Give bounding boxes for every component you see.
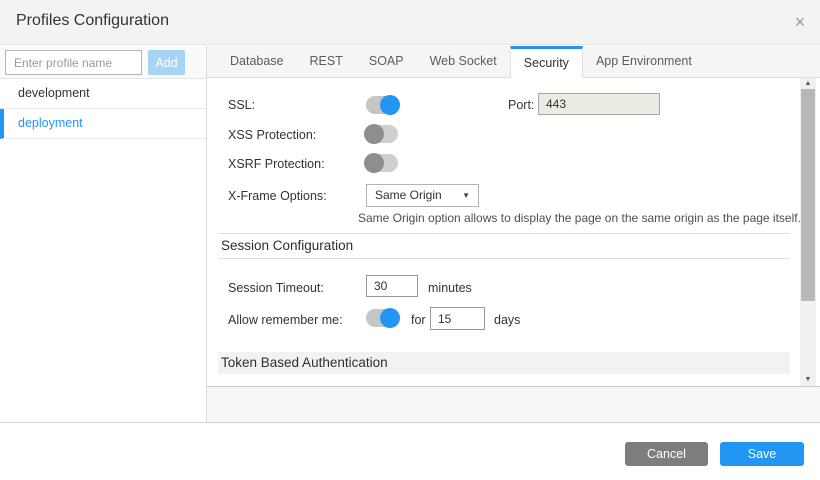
- port-label: Port:: [508, 98, 534, 112]
- profiles-sidebar: Add development deployment: [0, 46, 207, 422]
- session-timeout-input[interactable]: [366, 275, 418, 297]
- remember-for-text: for: [411, 313, 426, 327]
- scrollbar-thumb[interactable]: [801, 89, 815, 301]
- dialog-footer: Cancel Save: [0, 423, 820, 480]
- tab-security[interactable]: Security: [510, 46, 583, 78]
- settings-tabbar: Database REST SOAP Web Socket Security A…: [207, 46, 820, 78]
- xss-protection-toggle[interactable]: [366, 125, 398, 143]
- ssl-label: SSL:: [228, 98, 255, 112]
- ssl-toggle[interactable]: [366, 96, 398, 114]
- panel-footer-strip: [207, 386, 820, 422]
- profile-add-row: Add: [0, 46, 206, 79]
- xsrf-protection-toggle[interactable]: [366, 154, 398, 172]
- remember-toggle-knob: [380, 308, 400, 328]
- ssl-toggle-knob: [380, 95, 400, 115]
- save-button[interactable]: Save: [720, 442, 804, 466]
- dialog-titlebar: Profiles Configuration ×: [0, 0, 820, 45]
- profile-item-development[interactable]: development: [0, 79, 206, 109]
- tab-app-environment[interactable]: App Environment: [583, 46, 705, 77]
- port-input: [538, 93, 660, 115]
- add-profile-button[interactable]: Add: [148, 50, 185, 75]
- xframe-help-text: Same Origin option allows to display the…: [358, 211, 801, 225]
- close-icon[interactable]: ×: [788, 10, 812, 34]
- remember-days-input[interactable]: [430, 307, 485, 330]
- tab-database[interactable]: Database: [217, 46, 297, 77]
- remember-days-unit: days: [494, 313, 520, 327]
- remember-me-toggle[interactable]: [366, 309, 398, 327]
- session-timeout-unit: minutes: [428, 281, 472, 295]
- xsrf-protection-label: XSRF Protection:: [228, 157, 325, 171]
- tab-soap[interactable]: SOAP: [356, 46, 417, 77]
- scroll-down-icon[interactable]: ▼: [800, 374, 816, 386]
- dialog-title: Profiles Configuration: [16, 12, 169, 30]
- profiles-configuration-dialog: Profiles Configuration × Add development…: [0, 0, 820, 480]
- profile-name-input[interactable]: [5, 50, 142, 75]
- vertical-scrollbar[interactable]: ▲ ▼: [800, 78, 816, 388]
- xss-toggle-knob: [364, 124, 384, 144]
- session-timeout-label: Session Timeout:: [228, 281, 324, 295]
- chevron-down-icon: ▼: [462, 185, 470, 206]
- tab-web-socket[interactable]: Web Socket: [417, 46, 510, 77]
- session-configuration-header: Session Configuration: [218, 233, 790, 259]
- allow-remember-me-label: Allow remember me:: [228, 313, 343, 327]
- xframe-selected-value: Same Origin: [375, 188, 442, 202]
- xframe-options-select[interactable]: ▼ Same Origin: [366, 184, 479, 207]
- security-tab-panel: SSL: Port: XSS Protection: XSRF Protecti…: [207, 78, 820, 386]
- xsrf-toggle-knob: [364, 153, 384, 173]
- profile-item-deployment[interactable]: deployment: [0, 109, 206, 139]
- cancel-button[interactable]: Cancel: [625, 442, 708, 466]
- xframe-options-label: X-Frame Options:: [228, 189, 327, 203]
- token-authentication-header: Token Based Authentication: [218, 352, 790, 374]
- tab-rest[interactable]: REST: [297, 46, 356, 77]
- xss-protection-label: XSS Protection:: [228, 128, 316, 142]
